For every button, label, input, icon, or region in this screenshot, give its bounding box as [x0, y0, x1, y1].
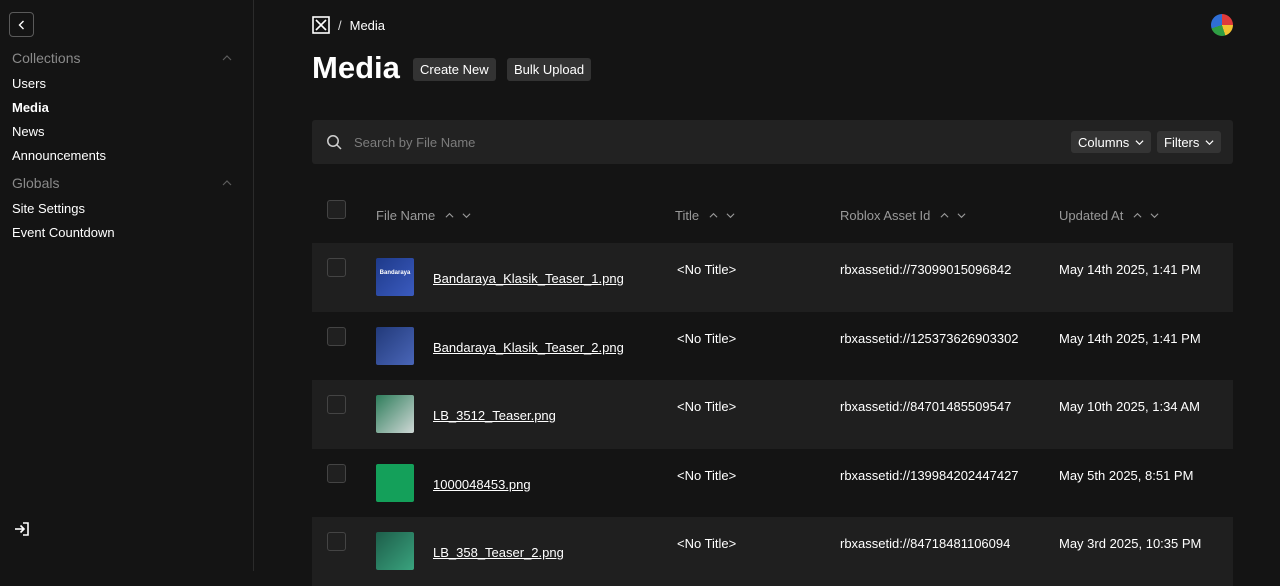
row-checkbox[interactable] [327, 258, 346, 277]
create-new-button[interactable]: Create New [413, 58, 496, 81]
file-thumbnail [376, 463, 414, 502]
sort-descending-icon[interactable] [957, 211, 966, 220]
column-label: Title [675, 208, 700, 223]
asset-id-cell: rbxassetid://125373626903302 [840, 330, 1019, 346]
title-cell: <No Title> [677, 330, 737, 346]
nav-group-label: Collections [12, 50, 81, 66]
file-thumbnail: Bandaraya [376, 258, 414, 296]
sidebar-item-site-settings[interactable]: Site Settings [12, 197, 232, 221]
column-label: File Name [376, 208, 436, 223]
sort-descending-icon[interactable] [462, 211, 471, 220]
column-label: Roblox Asset Id [840, 208, 931, 223]
sidebar-item-announcements[interactable]: Announcements [12, 144, 232, 168]
updated-at-cell: May 5th 2025, 8:51 PM [1059, 467, 1194, 483]
table-row: Bandaraya_Klasik_Teaser_2.png <No Title>… [312, 311, 1233, 380]
column-header-title: Title [675, 208, 735, 223]
sort-ascending-icon[interactable] [940, 211, 949, 220]
media-table: File Name Title Roblox Asset Id Updated … [312, 180, 1233, 586]
file-name-link[interactable]: LB_3512_Teaser.png [433, 408, 556, 423]
nav-group-globals: Globals Site Settings Event Countdown [12, 173, 232, 245]
nav-group-collections: Collections Users Media News Announcemen… [12, 48, 232, 168]
chevron-down-icon [1135, 139, 1144, 145]
user-avatar[interactable] [1211, 14, 1233, 36]
search-input[interactable] [352, 132, 952, 152]
updated-at-cell: May 3rd 2025, 10:35 PM [1059, 536, 1202, 551]
updated-at-cell: May 14th 2025, 1:41 PM [1059, 330, 1201, 346]
file-thumbnail [376, 326, 414, 365]
row-checkbox[interactable] [327, 532, 346, 551]
sort-descending-icon[interactable] [1150, 211, 1159, 220]
asset-id-cell: rbxassetid://139984202447427 [840, 467, 1019, 483]
columns-button[interactable]: Columns [1071, 131, 1152, 153]
nav-group-header-collections[interactable]: Collections [12, 48, 232, 68]
sidebar-item-news[interactable]: News [12, 120, 232, 144]
sidebar-item-users[interactable]: Users [12, 72, 232, 96]
chevron-down-icon [1205, 139, 1214, 145]
file-thumbnail [376, 532, 414, 570]
sort-ascending-icon[interactable] [445, 211, 454, 220]
asset-id-cell: rbxassetid://73099015096842 [840, 262, 1012, 277]
nav-group-label: Globals [12, 175, 60, 191]
thumbnail-text: Bandaraya [379, 270, 411, 276]
column-header-updated-at: Updated At [1059, 208, 1159, 223]
file-name-link[interactable]: LB_358_Teaser_2.png [433, 545, 564, 560]
logout-icon[interactable] [14, 521, 30, 537]
collapse-sidebar-button[interactable] [9, 12, 34, 37]
page-title: Media [312, 50, 400, 85]
sidebar-item-media[interactable]: Media [12, 96, 232, 120]
asset-id-cell: rbxassetid://84718481106094 [840, 536, 1011, 551]
row-checkbox[interactable] [327, 326, 346, 346]
search-bar: Columns Filters [312, 120, 1233, 164]
table-row: LB_358_Teaser_2.png <No Title> rbxasseti… [312, 517, 1233, 586]
row-checkbox[interactable] [327, 463, 346, 483]
file-name-link[interactable]: Bandaraya_Klasik_Teaser_2.png [433, 340, 624, 355]
title-cell: <No Title> [677, 399, 737, 414]
sidebar-item-event-countdown[interactable]: Event Countdown [12, 221, 232, 245]
sort-controls [1133, 211, 1159, 220]
chevron-left-icon [18, 20, 24, 29]
file-thumbnail [376, 395, 414, 433]
chevron-up-icon [222, 55, 232, 61]
sort-descending-icon[interactable] [726, 211, 735, 220]
table-header: File Name Title Roblox Asset Id Updated … [312, 180, 1233, 243]
title-cell: <No Title> [677, 467, 737, 483]
table-row: Bandaraya Bandaraya_Klasik_Teaser_1.png … [312, 243, 1233, 312]
breadcrumb-separator: / [338, 17, 342, 33]
updated-at-cell: May 10th 2025, 1:34 AM [1059, 399, 1200, 414]
nav-group-header-globals[interactable]: Globals [12, 173, 232, 193]
sidebar: Collections Users Media News Announcemen… [0, 0, 254, 571]
app-logo-icon[interactable] [312, 16, 330, 34]
breadcrumb: / Media [312, 15, 385, 35]
sort-controls [709, 211, 735, 220]
column-header-roblox-asset-id: Roblox Asset Id [840, 208, 966, 223]
updated-at-cell: May 14th 2025, 1:41 PM [1059, 262, 1201, 277]
breadcrumb-current: Media [349, 17, 386, 33]
filters-button[interactable]: Filters [1157, 131, 1222, 153]
chevron-up-icon [222, 180, 232, 186]
column-label: Updated At [1059, 208, 1124, 223]
search-icon [327, 135, 342, 150]
columns-button-label: Columns [1078, 134, 1130, 150]
sort-ascending-icon[interactable] [1133, 211, 1142, 220]
file-name-link[interactable]: 1000048453.png [433, 477, 531, 492]
sort-ascending-icon[interactable] [709, 211, 718, 220]
sort-controls [940, 211, 966, 220]
filters-button-label: Filters [1164, 134, 1200, 150]
select-all-checkbox[interactable] [327, 200, 346, 219]
main-content: / Media Media Create New Bulk Upload Col… [254, 0, 1280, 586]
row-checkbox[interactable] [327, 395, 346, 414]
sort-controls [445, 211, 471, 220]
bulk-upload-button[interactable]: Bulk Upload [507, 58, 592, 81]
column-header-file-name: File Name [376, 208, 471, 223]
title-cell: <No Title> [677, 536, 737, 551]
title-cell: <No Title> [677, 262, 737, 277]
table-row: LB_3512_Teaser.png <No Title> rbxassetid… [312, 380, 1233, 449]
file-name-link[interactable]: Bandaraya_Klasik_Teaser_1.png [433, 271, 624, 286]
table-row: 1000048453.png <No Title> rbxassetid://1… [312, 448, 1233, 517]
asset-id-cell: rbxassetid://84701485509547 [840, 399, 1012, 414]
